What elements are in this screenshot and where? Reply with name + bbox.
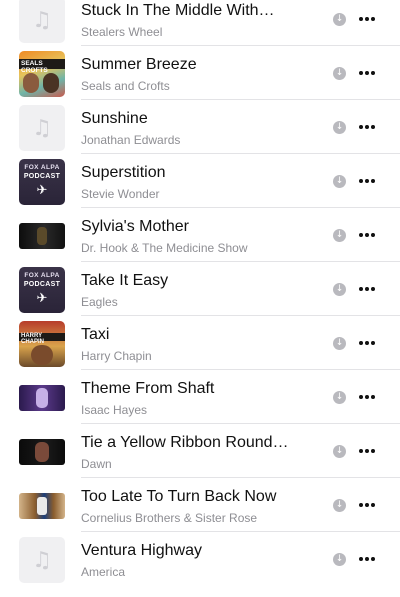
album-art [19, 223, 65, 249]
download-arrow-circle-icon[interactable]: ↓ [333, 121, 346, 134]
more-ellipsis-icon[interactable] [357, 281, 377, 297]
song-row[interactable]: Too Late To Turn Back Now Cornelius Brot… [0, 478, 400, 532]
song-artist: Jonathan Edwards [81, 133, 181, 147]
song-artist: Isaac Hayes [81, 403, 148, 417]
song-row[interactable]: ♫ Stuck In The Middle With… Stealers Whe… [0, 0, 400, 46]
song-title: Stuck In The Middle With… [81, 2, 275, 19]
song-artist: Cornelius Brothers & Sister Rose [81, 511, 258, 525]
song-row[interactable]: Sylvia's Mother Dr. Hook & The Medicine … [0, 208, 400, 262]
album-art-text: PODCAST [23, 173, 61, 180]
music-note-icon: ♫ [32, 115, 52, 141]
song-title: Summer Breeze [81, 56, 197, 73]
album-art: ♫ [19, 105, 65, 151]
song-row[interactable]: SEALS CROFTS Summer Breeze Seals and Cro… [0, 46, 400, 100]
album-art-text: SEALS CROFTS [21, 60, 48, 74]
more-ellipsis-icon[interactable] [357, 389, 377, 405]
album-art: HARRY CHAPIN [19, 321, 65, 367]
album-art-text: FOX ALPA [24, 164, 60, 171]
song-list: ♫ Stuck In The Middle With… Stealers Whe… [0, 0, 400, 597]
song-row[interactable]: HARRY CHAPIN Taxi Harry Chapin ↓ [0, 316, 400, 370]
music-note-icon: ♫ [32, 547, 52, 573]
song-artist: Dr. Hook & The Medicine Show [81, 241, 248, 255]
download-arrow-circle-icon[interactable]: ↓ [333, 175, 346, 188]
airplane-icon: ✈ [36, 182, 48, 197]
album-art: FOX ALPA PODCAST ✈ [19, 159, 65, 205]
more-ellipsis-icon[interactable] [357, 173, 377, 189]
more-ellipsis-icon[interactable] [357, 497, 377, 513]
album-art: ♫ [19, 537, 65, 583]
download-arrow-circle-icon[interactable]: ↓ [333, 67, 346, 80]
song-artist: Stevie Wonder [81, 187, 160, 201]
album-art-text: PODCAST [23, 281, 61, 288]
song-title: Take It Easy [81, 272, 169, 289]
song-title: Theme From Shaft [81, 380, 215, 397]
song-row[interactable]: Theme From Shaft Isaac Hayes ↓ [0, 370, 400, 424]
album-art [19, 385, 65, 411]
song-artist: Eagles [81, 295, 118, 309]
song-title: Tie a Yellow Ribbon Round… [81, 434, 289, 451]
song-artist: Dawn [81, 457, 112, 471]
song-artist: Harry Chapin [81, 349, 152, 363]
album-art [19, 493, 65, 519]
song-title: Too Late To Turn Back Now [81, 488, 277, 505]
download-arrow-circle-icon[interactable]: ↓ [333, 229, 346, 242]
album-art: SEALS CROFTS [19, 51, 65, 97]
music-note-icon: ♫ [32, 7, 52, 33]
more-ellipsis-icon[interactable] [357, 335, 377, 351]
download-arrow-circle-icon[interactable]: ↓ [333, 445, 346, 458]
more-ellipsis-icon[interactable] [357, 443, 377, 459]
song-row[interactable]: Tie a Yellow Ribbon Round… Dawn ↓ [0, 424, 400, 478]
album-art [19, 439, 65, 465]
more-ellipsis-icon[interactable] [357, 65, 377, 81]
album-art-text: HARRY CHAPIN [21, 333, 45, 345]
album-art-text: FOX ALPA [24, 272, 60, 279]
album-art: FOX ALPA PODCAST ✈ [19, 267, 65, 313]
song-title: Ventura Highway [81, 542, 202, 559]
airplane-icon: ✈ [36, 290, 48, 305]
song-title: Superstition [81, 164, 166, 181]
song-row[interactable]: ♫ Sunshine Jonathan Edwards ↓ [0, 100, 400, 154]
more-ellipsis-icon[interactable] [357, 227, 377, 243]
more-ellipsis-icon[interactable] [357, 11, 377, 27]
more-ellipsis-icon[interactable] [357, 551, 377, 567]
download-arrow-circle-icon[interactable]: ↓ [333, 337, 346, 350]
song-artist: Seals and Crofts [81, 79, 170, 93]
song-artist: America [81, 565, 126, 579]
download-arrow-circle-icon[interactable]: ↓ [333, 283, 346, 296]
song-artist: Stealers Wheel [81, 25, 163, 39]
song-row[interactable]: ♫ Ventura Highway America ↓ [0, 532, 400, 586]
download-arrow-circle-icon[interactable]: ↓ [333, 553, 346, 566]
song-title: Sunshine [81, 110, 148, 127]
song-title: Sylvia's Mother [81, 218, 189, 235]
album-art: ♫ [19, 0, 65, 43]
song-row[interactable]: FOX ALPA PODCAST ✈ Take It Easy Eagles ↓ [0, 262, 400, 316]
song-title: Taxi [81, 326, 110, 343]
download-arrow-circle-icon[interactable]: ↓ [333, 499, 346, 512]
download-arrow-circle-icon[interactable]: ↓ [333, 391, 346, 404]
download-arrow-circle-icon[interactable]: ↓ [333, 13, 346, 26]
song-row[interactable]: FOX ALPA PODCAST ✈ Superstition Stevie W… [0, 154, 400, 208]
more-ellipsis-icon[interactable] [357, 119, 377, 135]
